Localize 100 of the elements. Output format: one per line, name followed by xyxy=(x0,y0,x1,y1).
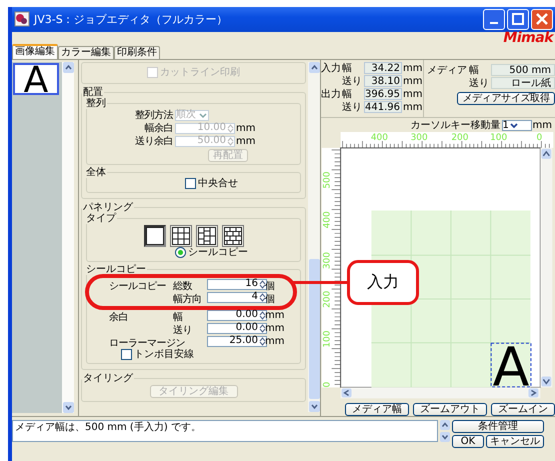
maximize-button[interactable] xyxy=(507,8,529,30)
condition-manager-button[interactable]: 条件管理 xyxy=(452,420,544,433)
ruler-label: 100 xyxy=(490,133,508,144)
field-label: ローラーマージン xyxy=(109,336,186,349)
unit-label: mm xyxy=(532,120,552,131)
spin-field[interactable]: 0.00 xyxy=(207,322,267,334)
minimize-icon xyxy=(490,22,498,24)
ruler-label: 300 xyxy=(410,133,428,144)
unit-label: mm xyxy=(265,310,286,321)
callout-label: 入力 xyxy=(347,260,419,305)
spin-arrows-icon xyxy=(259,336,266,346)
group-title: シールコピー xyxy=(85,264,147,275)
ruler-label: 300 xyxy=(322,252,333,270)
media-size-button[interactable]: メディアサイズ取得 xyxy=(457,92,555,105)
thumbnail[interactable]: A xyxy=(13,62,59,95)
spin-arrows-icon xyxy=(227,136,234,146)
value-field: 34.22 xyxy=(364,62,402,74)
scrollbar[interactable] xyxy=(308,62,320,412)
app-icon xyxy=(14,11,30,28)
scroll-down-icon[interactable] xyxy=(440,432,450,442)
panel-type-button[interactable] xyxy=(196,224,218,247)
scroll-down-icon[interactable] xyxy=(308,400,320,412)
close-button[interactable] xyxy=(531,8,553,30)
field-label: 幅 xyxy=(342,88,353,102)
ruler-label: 200 xyxy=(451,133,468,144)
unit-label: 個 xyxy=(265,292,276,306)
scroll-thumb[interactable] xyxy=(308,258,320,399)
panel-type-button[interactable] xyxy=(222,224,244,247)
horizontal-scrollbar[interactable] xyxy=(340,388,540,399)
layout-grid-icon xyxy=(198,226,216,245)
ok-button[interactable]: OK xyxy=(452,434,484,448)
unit-label: mm xyxy=(403,76,422,87)
panel-type-button[interactable] xyxy=(170,224,192,247)
value-field: ロール紙 xyxy=(491,77,555,90)
layout-grid-icon xyxy=(172,226,190,245)
scroll-down-icon[interactable] xyxy=(62,402,74,413)
crop-marks-checkbox[interactable]: トンボ目安線 xyxy=(121,348,194,361)
scroll-up-icon[interactable] xyxy=(308,62,320,73)
field-label: 送り xyxy=(342,101,363,114)
field-label: シールコピー xyxy=(109,280,167,293)
value-field: 441.96 xyxy=(364,101,402,114)
scroll-up-icon[interactable] xyxy=(62,62,74,73)
field-label: 余白 xyxy=(109,310,129,324)
field-label: 出力 xyxy=(321,88,342,102)
unit-label: mm xyxy=(403,62,422,74)
spin-arrows-icon xyxy=(259,292,266,302)
group-title: 整列 xyxy=(86,98,107,109)
unit-label: mm xyxy=(403,102,422,113)
view-button[interactable]: メディア幅 xyxy=(345,402,409,416)
scrollbar[interactable] xyxy=(62,62,74,413)
field-label: 送り xyxy=(173,324,193,337)
ruler-label: 400 xyxy=(370,133,388,144)
unit-label: mm xyxy=(265,336,286,347)
group-title: タイプ xyxy=(85,212,117,224)
field-label: 送り xyxy=(469,77,490,90)
value-field: 396.95 xyxy=(364,88,402,100)
tab[interactable]: 印刷条件 xyxy=(114,46,160,59)
field-label: 幅 xyxy=(342,62,353,76)
unit-label: mm xyxy=(403,88,422,100)
unit-label: mm xyxy=(236,136,256,147)
scroll-up-icon[interactable] xyxy=(440,420,450,430)
field-label: 整列方法 xyxy=(134,108,174,122)
field-label: 総数 xyxy=(173,280,193,293)
close-icon xyxy=(536,13,548,26)
seal-copy-radio[interactable]: シールコピー xyxy=(175,246,248,259)
layout-grid-icon xyxy=(146,226,164,245)
field-label: 送り余白 xyxy=(134,135,174,148)
value-field: 500 mm xyxy=(491,64,555,76)
view-button[interactable]: ズームイン xyxy=(491,402,555,416)
selection-outline xyxy=(490,342,532,388)
center-checkbox[interactable]: 中央合せ xyxy=(185,178,238,190)
group-title: パネリング xyxy=(82,202,134,213)
panel-type-button[interactable] xyxy=(144,224,166,247)
spin-arrows-icon xyxy=(259,280,266,289)
spin-field[interactable]: 25.00 xyxy=(207,336,267,347)
ruler-label: 400 xyxy=(322,212,333,229)
spin-arrows-icon xyxy=(259,310,266,320)
maximize-icon xyxy=(512,13,524,26)
ruler-label: 200 xyxy=(322,291,333,308)
group-title: 配置 xyxy=(82,86,104,98)
field-label: 幅 xyxy=(469,64,480,78)
cancel-button[interactable]: キャンセル xyxy=(486,434,544,448)
field-label: 入力 xyxy=(321,62,342,76)
ruler-label: 0 xyxy=(536,133,542,144)
tab[interactable]: カラー編集 xyxy=(58,46,114,59)
vertical-scrollbar[interactable] xyxy=(540,148,552,388)
group-title: タイリング xyxy=(82,372,134,384)
view-button[interactable]: ズームアウト xyxy=(413,402,487,416)
leader-line xyxy=(293,280,347,284)
field-label: 送り xyxy=(342,75,363,88)
preview-letter[interactable]: A xyxy=(492,336,530,399)
minimize-button[interactable] xyxy=(483,8,505,30)
brand-logo: Mimak xyxy=(503,32,553,45)
dropdown-field[interactable]: 1 xyxy=(502,120,532,131)
canvas-drawing[interactable] xyxy=(340,148,541,388)
ruler-label: 0 xyxy=(322,382,333,388)
layout-grid-icon xyxy=(224,226,242,245)
ruler-label: 500 xyxy=(322,172,333,189)
spin-field[interactable]: 0.00 xyxy=(207,310,267,321)
tab[interactable]: 画像編集 xyxy=(12,44,58,59)
